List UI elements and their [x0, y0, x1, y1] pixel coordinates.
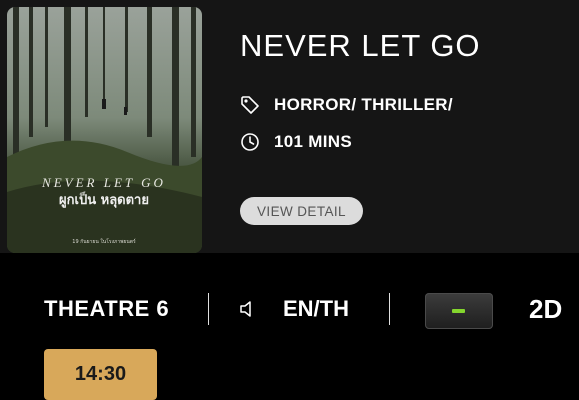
movie-duration: 101 MINS	[274, 132, 352, 151]
movie-poster[interactable]: NEVER LET GO ผูกเป็น หลุดตาย 19 กันยายน …	[7, 7, 202, 253]
clock-icon	[240, 132, 260, 152]
showtime-button[interactable]: 14:30	[44, 349, 157, 400]
movie-genre: HORROR/ THRILLER/	[274, 95, 453, 114]
session-info-bar: THEATRE 6 EN/TH 2D	[0, 278, 579, 340]
tag-icon	[240, 95, 260, 115]
theatre-name: THEATRE 6	[44, 296, 170, 321]
format-indicator-badge	[425, 293, 493, 329]
genre-row: HORROR/ THRILLER/	[240, 94, 453, 116]
divider	[208, 293, 209, 325]
movie-title: NEVER LET GO	[240, 28, 481, 63]
divider	[389, 293, 390, 325]
movie-card: NEVER LET GO ผูกเป็น หลุดตาย 19 กันยายน …	[0, 0, 579, 253]
format-indicator-bar	[452, 309, 465, 313]
audio-language: EN/TH	[283, 296, 349, 321]
speaker-icon	[239, 301, 257, 317]
screen-format: 2D	[529, 294, 563, 324]
poster-thai-title: ผูกเป็น หลุดตาย	[59, 190, 149, 208]
poster-release-line: 19 กันยายน ในโรงภาพยนตร์	[72, 238, 136, 245]
view-detail-button[interactable]: VIEW DETAIL	[240, 197, 363, 225]
duration-row: 101 MINS	[240, 131, 352, 153]
poster-title: NEVER LET GO	[41, 175, 166, 190]
